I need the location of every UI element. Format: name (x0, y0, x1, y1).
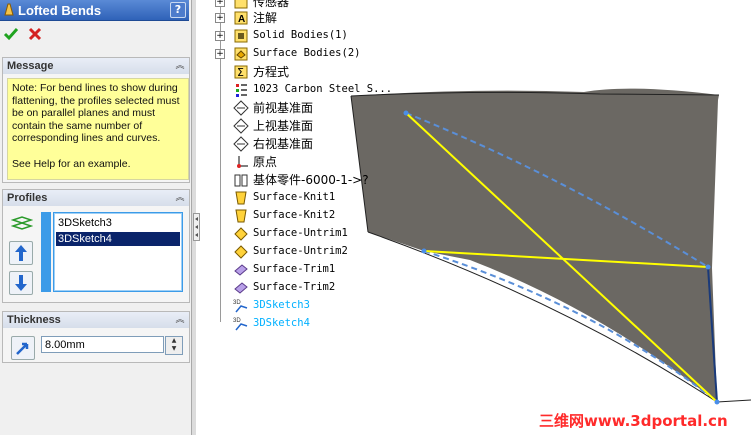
plane-icon (233, 136, 249, 152)
thickness-panel: Thickness ︽ ▲ ▼ (2, 311, 190, 363)
annotations-icon: A (234, 11, 248, 25)
profiles-list[interactable]: 3DSketch3 3DSketch4 (53, 212, 183, 292)
vertex-point[interactable] (714, 399, 720, 405)
expand-icon[interactable]: + (215, 0, 225, 7)
bend-line (405, 112, 718, 403)
tree-node-label: 基体零件-6000-1->? (253, 173, 369, 187)
tree-node-label: Surface-Untrim2 (253, 245, 348, 257)
equations-icon: Σ (234, 65, 248, 79)
arrow-up-icon (15, 245, 27, 261)
message-panel: Message ︽ Note: For bend lines to show d… (2, 57, 190, 183)
tree-node-label: Solid Bodies(1) (253, 29, 348, 41)
material-icon (236, 84, 247, 97)
svg-text:3D: 3D (233, 300, 241, 306)
tree-node-label: 注解 (253, 11, 278, 25)
plane-icon (233, 100, 249, 116)
list-item[interactable]: 3DSketch3 (56, 216, 180, 230)
thickness-arrow-icon (16, 342, 29, 355)
move-up-button[interactable] (9, 241, 33, 265)
profiles-header-label: Profiles (7, 192, 48, 204)
profile-3dsketch3 (405, 112, 709, 268)
tree-node-label: Surface Bodies(2) (253, 47, 361, 59)
thickness-direction-button[interactable] (11, 336, 35, 360)
tree-node-label: 1023 Carbon Steel S... (253, 83, 393, 95)
thickness-panel-header[interactable]: Thickness ︽ (3, 312, 189, 328)
arrow-down-icon (15, 275, 27, 291)
3dsketch-icon: 3D (233, 318, 248, 331)
expand-icon[interactable]: + (215, 49, 225, 59)
message-text: Note: For bend lines to show during flat… (12, 82, 180, 170)
top-edge (350, 91, 720, 97)
svg-text:3D: 3D (233, 318, 241, 324)
message-panel-header[interactable]: Message ︽ (3, 58, 189, 74)
message-header-label: Message (7, 60, 54, 72)
surface-bodies-icon (234, 47, 248, 61)
tree-node-label: 原点 (253, 155, 278, 169)
tree-node-label: Surface-Knit1 (253, 191, 336, 203)
thickness-stepper[interactable]: ▲ ▼ (165, 336, 183, 355)
thickness-input[interactable] (41, 336, 164, 353)
stepper-down-icon[interactable]: ▼ (166, 345, 182, 353)
solid-bodies-icon (234, 29, 248, 43)
tree-node-label: 方程式 (253, 65, 290, 79)
property-manager-title: Lofted Bends (18, 3, 102, 18)
property-manager-title-bar: Lofted Bends ? (0, 0, 189, 21)
tree-node-label: 3DSketch4 (253, 317, 310, 329)
tree-node-label: 3DSketch3 (253, 299, 310, 311)
feature-tree: + 传感器 + A 注解 + Solid Bodies(1) + Surface… (198, 0, 398, 340)
lofted-bends-icon (4, 3, 14, 16)
property-manager: Lofted Bends ? Message ︽ Note: For bend … (0, 0, 191, 435)
surface-trim-icon (234, 282, 248, 294)
tree-node-label: 右视基准面 (253, 137, 314, 151)
profiles-panel: Profiles ︽ 3DSketch3 3DSketch4 (2, 189, 190, 303)
x-icon[interactable] (27, 26, 43, 42)
list-item-selected[interactable]: 3DSketch4 (56, 232, 180, 246)
tree-node-label: Surface-Untrim1 (253, 227, 348, 239)
surface-knit-icon (235, 191, 247, 205)
expand-icon[interactable]: + (215, 31, 225, 41)
side-edge-right (707, 266, 718, 403)
tree-node-label: 上视基准面 (253, 119, 314, 133)
vertex-point[interactable] (705, 264, 711, 270)
tree-node-label: Surface-Trim1 (253, 263, 336, 275)
vertex-point[interactable] (421, 248, 427, 254)
profiles-list-indicator (41, 212, 51, 292)
stepper-up-icon[interactable]: ▲ (166, 337, 182, 345)
collapse-chevron-icon[interactable]: ︽ (174, 314, 186, 326)
sensor-icon (234, 0, 248, 9)
lofted-bend-part-face (351, 88, 719, 402)
base-part-icon (234, 174, 248, 187)
check-icon[interactable] (3, 26, 19, 42)
tree-node-label: 前视基准面 (253, 101, 314, 115)
vertex-point[interactable] (403, 110, 409, 116)
help-button[interactable]: ? (170, 2, 186, 18)
surface-untrim-icon (234, 245, 248, 259)
surface-knit-icon (235, 209, 247, 223)
3dsketch-icon: 3D (233, 300, 248, 313)
bottom-edge (367, 231, 751, 403)
watermark-text: 三维网www.3dportal.cn (539, 412, 728, 430)
svg-text:Σ: Σ (237, 66, 244, 79)
expand-icon[interactable]: + (215, 13, 225, 23)
move-down-button[interactable] (9, 271, 33, 295)
profile-loft-icon (11, 216, 33, 230)
profiles-panel-header[interactable]: Profiles ︽ (3, 190, 189, 206)
message-box: Note: For bend lines to show during flat… (7, 78, 189, 180)
surface-trim-icon (234, 264, 248, 276)
bend-line (423, 250, 709, 268)
svg-text:A: A (238, 14, 245, 25)
tree-node-label: Surface-Knit2 (253, 209, 336, 221)
surface-untrim-icon (234, 227, 248, 241)
profile-3dsketch4 (423, 250, 718, 403)
tree-node-label: Surface-Trim2 (253, 281, 336, 293)
thickness-header-label: Thickness (7, 314, 61, 326)
plane-icon (233, 118, 249, 134)
origin-icon (237, 156, 248, 168)
collapse-chevron-icon[interactable]: ︽ (174, 192, 186, 204)
collapse-chevron-icon[interactable]: ︽ (174, 60, 186, 72)
